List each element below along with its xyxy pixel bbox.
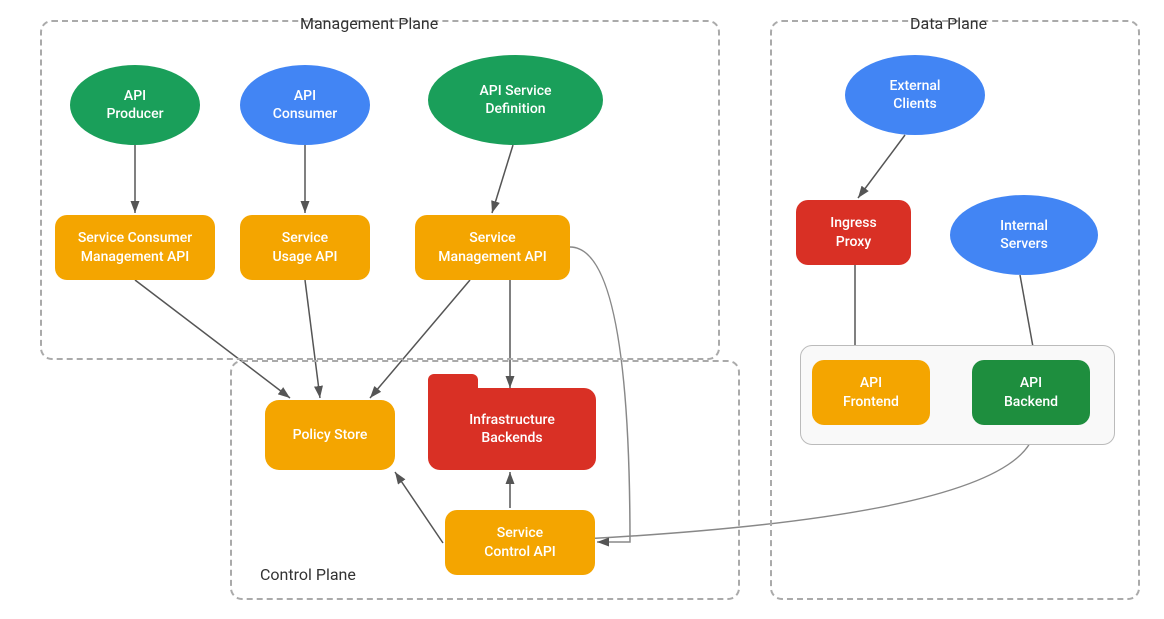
internal-servers-node: InternalServers [950, 195, 1098, 275]
external-clients-node: ExternalClients [845, 55, 985, 135]
infra-backends-node: InfrastructureBackends [428, 388, 596, 470]
folder-tab [428, 374, 478, 388]
control-plane-label: Control Plane [260, 565, 356, 584]
api-service-def-node: API ServiceDefinition [428, 55, 603, 145]
api-consumer-node: APIConsumer [240, 65, 370, 145]
diagram-container: Management Plane Data Plane Control Plan… [0, 0, 1164, 619]
api-backend-node: APIBackend [972, 360, 1090, 425]
management-plane-label: Management Plane [300, 14, 438, 33]
data-plane-label: Data Plane [910, 14, 987, 33]
service-mgmt-node: ServiceManagement API [415, 215, 570, 280]
ingress-proxy-node: IngressProxy [796, 200, 911, 265]
api-frontend-node: APIFrontend [812, 360, 930, 425]
service-usage-node: ServiceUsage API [240, 215, 370, 280]
api-producer-node: APIProducer [70, 65, 200, 145]
policy-store-node: Policy Store [265, 400, 395, 470]
service-control-node: ServiceControl API [445, 510, 595, 575]
service-consumer-mgmt-node: Service ConsumerManagement API [55, 215, 215, 280]
